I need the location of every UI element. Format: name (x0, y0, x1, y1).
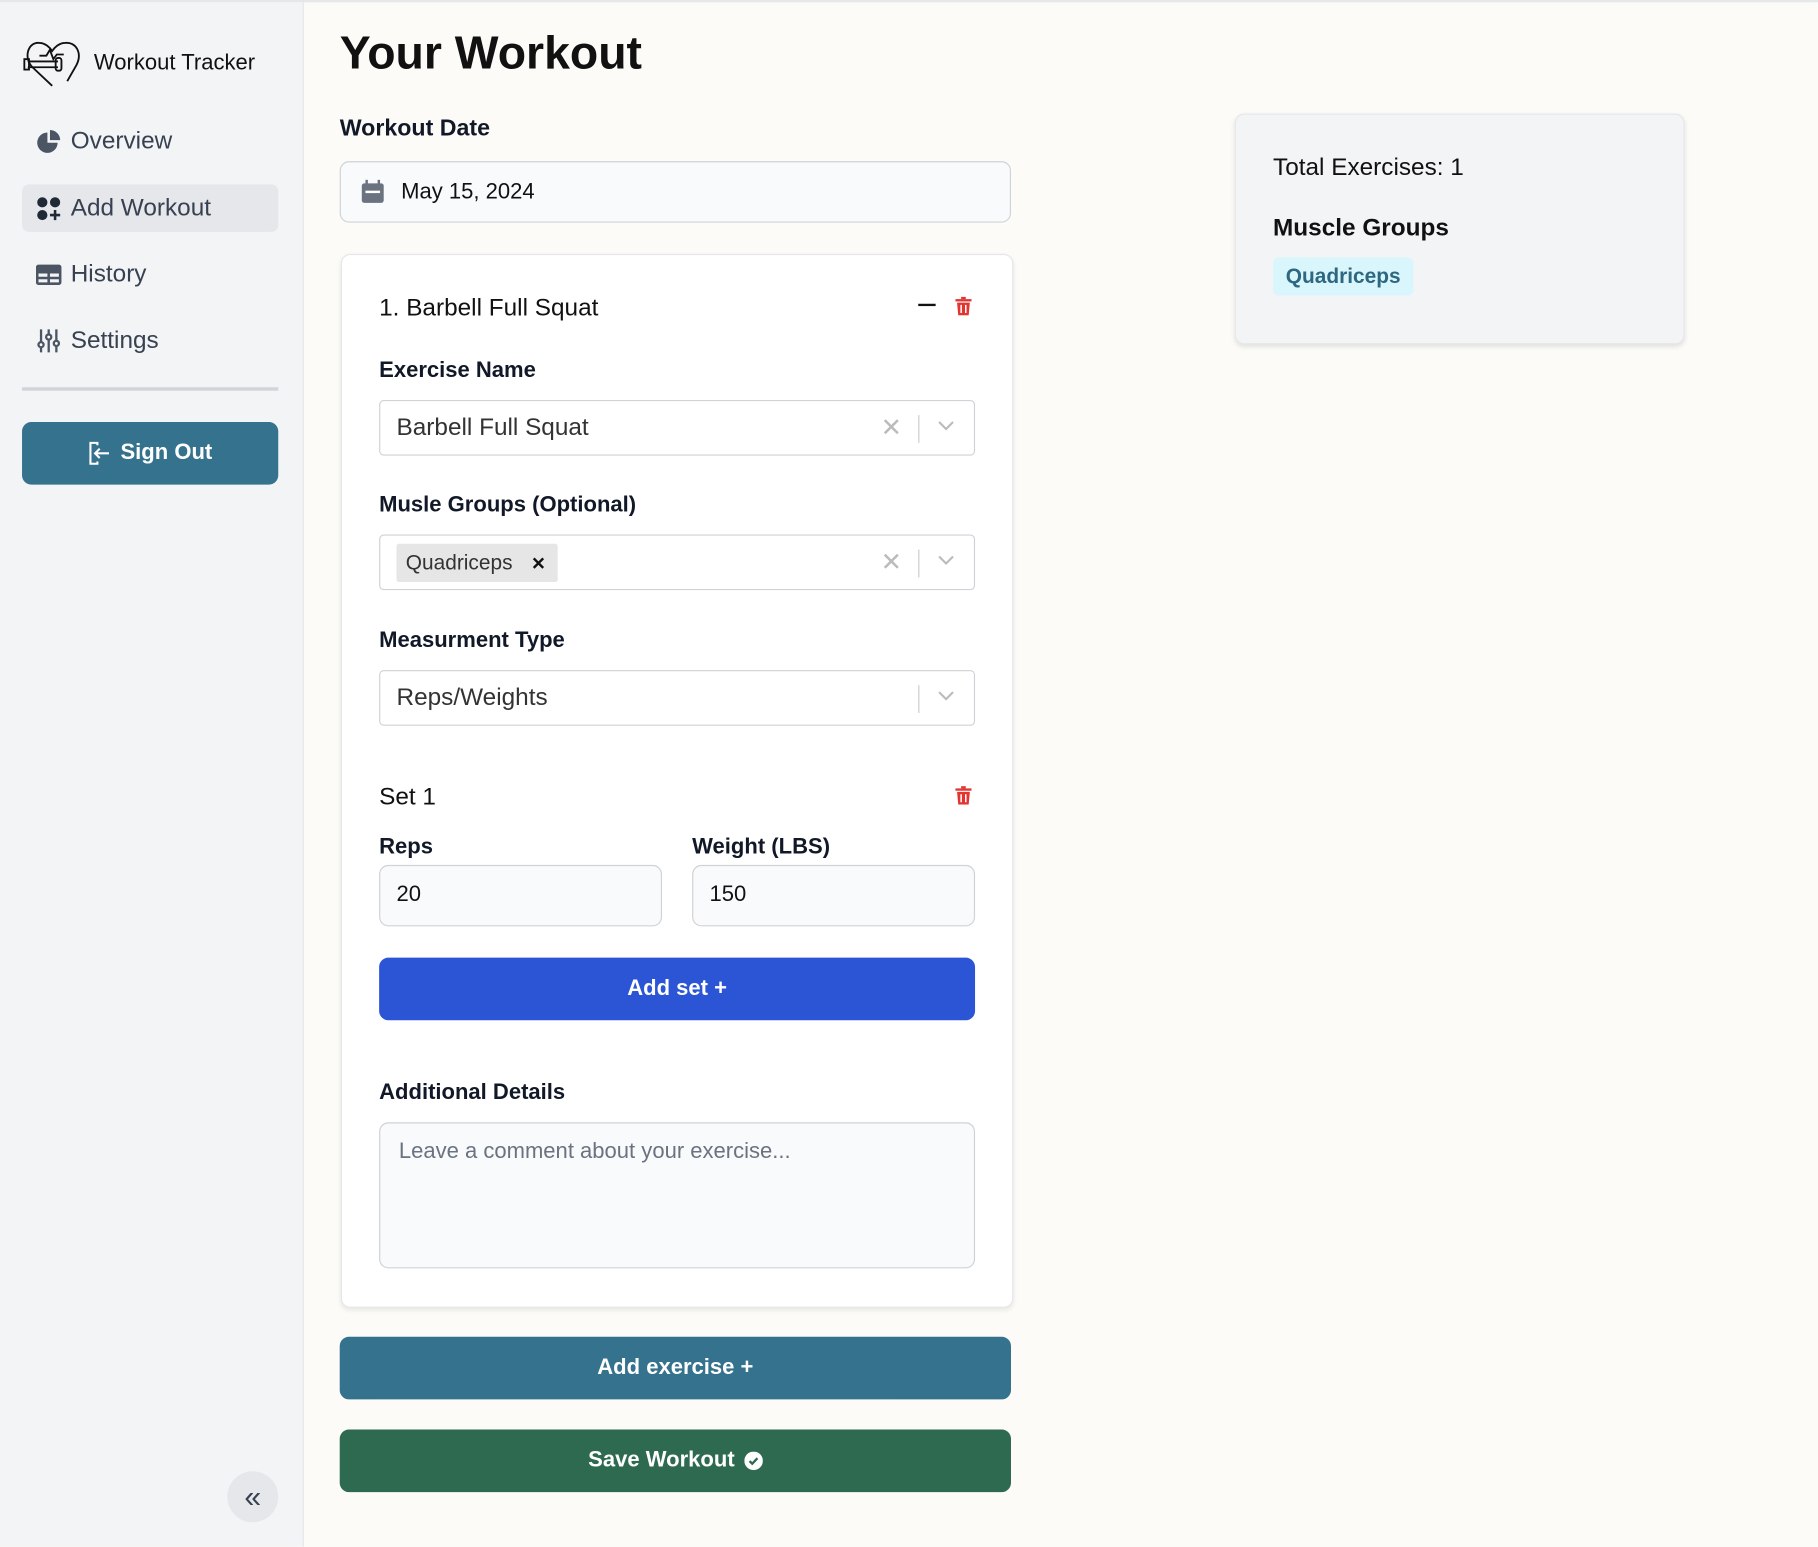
workout-date-value: May 15, 2024 (401, 179, 535, 205)
sidebar: Workout Tracker Overview Add Workout His… (0, 2, 304, 1547)
sidebar-item-label: Add Workout (70, 194, 212, 221)
clear-icon[interactable]: ✕ (881, 547, 902, 577)
measurement-type-value: Reps/Weights (396, 684, 548, 711)
save-workout-label: Save Workout (588, 1448, 735, 1473)
exercise-name-label: Exercise Name (379, 358, 536, 383)
sign-out-icon (89, 441, 109, 465)
exercise-title: 1. Barbell Full Squat (379, 294, 599, 322)
muscle-groups-select[interactable]: Quadriceps ✕ ✕ (379, 534, 976, 591)
total-exercises: Total Exercises: 1 (1273, 154, 1464, 181)
measurement-type-label: Measurment Type (379, 628, 565, 653)
app-title: Workout Tracker (93, 51, 256, 76)
chevron-down-icon[interactable] (937, 686, 956, 705)
app-root: Workout Tracker Overview Add Workout His… (0, 0, 1818, 1547)
remove-tag-icon[interactable]: ✕ (531, 552, 546, 574)
double-chevron-left-icon: « (244, 1478, 262, 1514)
exercise-name-select[interactable]: Barbell Full Squat ✕ (379, 399, 976, 456)
sidebar-item-label: Settings (70, 326, 159, 354)
delete-set-trash-icon[interactable] (955, 786, 972, 805)
muscle-groups-label: Musle Groups (Optional) (379, 492, 637, 518)
muscle-group-badge: Quadriceps (1273, 257, 1414, 296)
collapse-exercise-minus-icon[interactable] (918, 303, 936, 307)
clear-icon[interactable]: ✕ (881, 413, 902, 443)
additional-details-textarea[interactable]: Leave a comment about your exercise... (379, 1122, 976, 1269)
sign-out-button[interactable]: Sign Out (22, 422, 279, 485)
muscle-tag-label: Quadriceps (405, 550, 513, 574)
set-title: Set 1 (379, 783, 436, 811)
table-icon (35, 263, 62, 285)
select-separator (918, 549, 920, 578)
page-title: Your Workout (339, 27, 642, 79)
delete-exercise-trash-icon[interactable] (955, 296, 972, 316)
sidebar-item-history[interactable]: History (22, 250, 278, 298)
workout-date-label: Workout Date (339, 115, 491, 142)
muscle-tag: Quadriceps ✕ (396, 543, 558, 583)
sidebar-item-label: Overview (70, 126, 173, 154)
sidebar-item-overview[interactable]: Overview (22, 117, 278, 165)
chevron-down-icon[interactable] (937, 416, 956, 435)
add-grid-icon (37, 196, 61, 220)
save-workout-button[interactable]: Save Workout (339, 1429, 1011, 1493)
sliders-icon (37, 328, 61, 352)
sidebar-divider (22, 387, 279, 391)
sidebar-item-label: History (70, 260, 147, 287)
exercise-card: 1. Barbell Full Squat Exercise Name Barb… (340, 253, 1014, 1308)
workout-summary-card: Total Exercises: 1 Muscle Groups Quadric… (1234, 113, 1685, 345)
collapse-sidebar-button[interactable]: « (227, 1471, 279, 1523)
sidebar-item-add-workout[interactable]: Add Workout (22, 184, 279, 232)
muscle-groups-title: Muscle Groups (1273, 214, 1449, 242)
weight-input[interactable]: 150 (692, 864, 976, 927)
chevron-down-icon[interactable] (937, 551, 956, 570)
reps-label: Reps (379, 834, 433, 860)
add-set-button[interactable]: Add set + (379, 957, 976, 1021)
sign-out-label: Sign Out (120, 440, 213, 465)
logo-heart-dumbbell-icon (21, 37, 84, 90)
calendar-icon (361, 179, 384, 203)
weight-label: Weight (LBS) (692, 834, 831, 860)
exercise-name-value: Barbell Full Squat (396, 413, 589, 441)
pie-chart-icon (37, 129, 61, 153)
select-separator (918, 415, 920, 443)
sidebar-item-settings[interactable]: Settings (22, 317, 278, 365)
additional-details-label: Additional Details (379, 1080, 566, 1105)
select-separator (918, 685, 920, 714)
measurement-type-select[interactable]: Reps/Weights (379, 670, 976, 726)
check-circle-icon (743, 1451, 763, 1471)
workout-date-input[interactable]: May 15, 2024 (339, 161, 1011, 223)
add-exercise-button[interactable]: Add exercise + (339, 1336, 1011, 1400)
reps-input[interactable]: 20 (379, 864, 663, 927)
